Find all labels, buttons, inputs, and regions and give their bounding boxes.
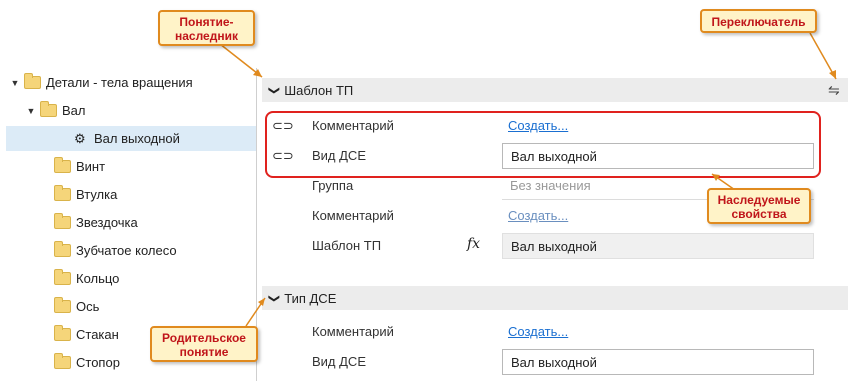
tree-item-label: Винт [76,159,106,174]
tree-item-gear-wheel[interactable]: Зубчатое колесо [6,238,256,263]
tree-item-label: Кольцо [76,271,120,286]
callout-child-concept: Понятие- наследник [158,10,255,46]
tree-item-screw[interactable]: Винт [6,154,256,179]
part-type-field[interactable]: Вал выходной [502,349,814,375]
tree-item-label: Детали - тела вращения [46,75,193,90]
property-label: Комментарий [312,324,394,339]
tree-item-sprocket[interactable]: Звездочка [6,210,256,235]
create-link[interactable]: Создать... [508,324,568,339]
tree-item-label: Звездочка [76,215,138,230]
folder-icon [54,241,71,257]
tree-item-bushing[interactable]: Втулка [6,182,256,207]
folder-icon [54,269,71,285]
section-title: Тип ДСЕ [284,290,337,306]
gear-icon: ⚙ [74,130,86,146]
property-label: Шаблон ТП [312,238,382,253]
callout-inherited-properties: Наследуемые свойства [707,188,811,224]
callout-switcher: Переключатель [700,9,817,33]
group-field[interactable]: Без значения [510,178,591,193]
chevron-down-icon[interactable]: ❯ [268,293,281,302]
expand-caret-icon[interactable]: ▼ [10,78,20,88]
tree-item-label: Втулка [76,187,118,202]
tree-item-output-shaft[interactable]: ⚙ Вал выходной [6,126,256,151]
folder-icon [24,73,41,89]
section-title: Шаблон ТП [284,82,354,98]
tree-item-ring[interactable]: Кольцо [6,266,256,291]
property-row: Вид ДСЕ Вал выходной [262,348,848,376]
formula-icon: fx [467,236,481,252]
folder-icon [54,157,71,173]
section-header-tp-template[interactable]: ❯ Шаблон ТП ⇋ [262,78,848,102]
tree-item-label: Вал [62,103,86,118]
tree-item-label: Вал выходной [94,131,180,146]
tree-item-label: Стопор [76,355,120,370]
tree-item-label: Стакан [76,327,119,342]
folder-icon [40,101,57,117]
callout-parent-concept: Родительское понятие [150,326,258,362]
property-label: Группа [312,178,354,193]
folder-icon [54,297,71,313]
folder-icon [54,213,71,229]
tree-item-label: Ось [76,299,100,314]
tree-item-details[interactable]: ▼ Детали - тела вращения [6,70,256,95]
property-row: Комментарий Создать... [262,318,848,346]
folder-icon [54,325,71,341]
folder-icon [54,185,71,201]
property-label: Вид ДСЕ [312,354,366,369]
toggle-switch-icon[interactable]: ⇋ [828,82,840,99]
section-header-part-type[interactable]: ❯ Тип ДСЕ [262,286,848,310]
inherited-properties-highlight [265,111,821,178]
property-row: Шаблон ТП fx Вал выходной [262,232,848,260]
tree-item-axle[interactable]: Ось [6,294,256,319]
expand-caret-icon[interactable]: ▼ [26,106,36,116]
tree-item-shaft[interactable]: ▼ Вал [6,98,256,123]
chevron-down-icon[interactable]: ❯ [268,85,281,94]
tp-template-field: Вал выходной [502,233,814,259]
create-link[interactable]: Создать... [508,208,568,223]
tree-item-label: Зубчатое колесо [76,243,177,258]
property-label: Комментарий [312,208,394,223]
folder-icon [54,353,71,369]
